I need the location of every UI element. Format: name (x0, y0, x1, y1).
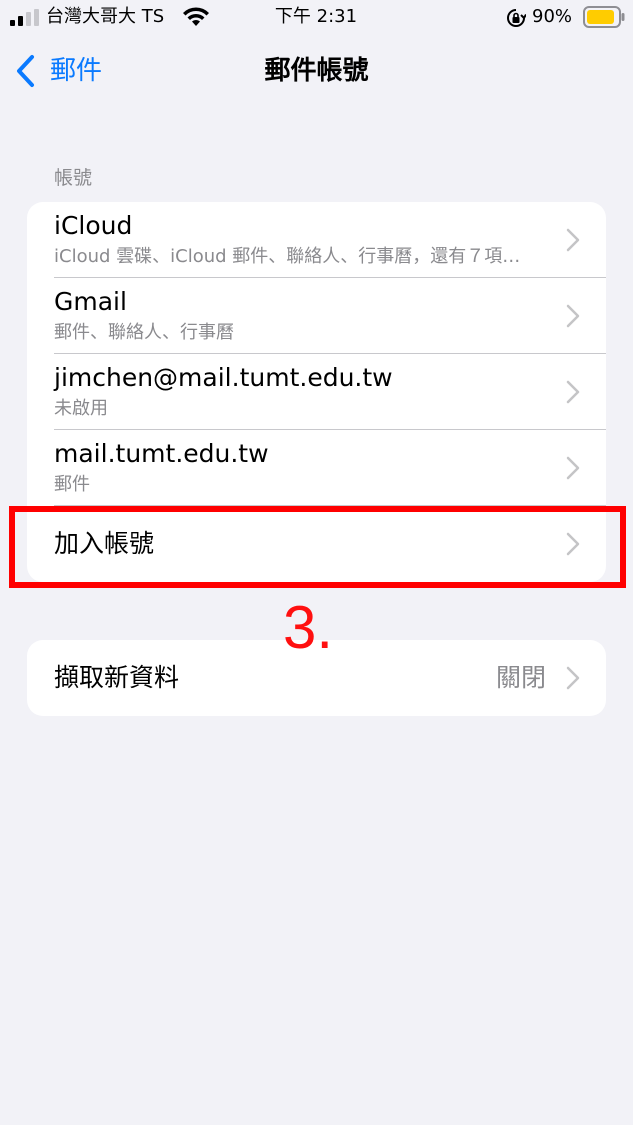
section-header-accounts: 帳號 (54, 167, 93, 189)
wifi-icon (183, 7, 209, 26)
account-title: jimchen@mail.tumt.edu.tw (54, 363, 393, 392)
account-subtitle: iCloud 雲碟、iCloud 郵件、聯絡人、行事曆，還有７項… (54, 246, 521, 267)
account-title: iCloud (54, 211, 133, 240)
status-bar: 台灣大哥大 TS 下午 2:31 90% (0, 0, 633, 36)
account-subtitle: 郵件 (54, 474, 90, 495)
annotation-highlight-box (9, 506, 626, 588)
account-subtitle: 未啟用 (54, 398, 108, 419)
account-subtitle: 郵件、聯絡人、行事曆 (54, 322, 234, 343)
account-row-icloud[interactable]: iCloud iCloud 雲碟、iCloud 郵件、聯絡人、行事曆，還有７項… (27, 202, 606, 278)
carrier-name: 台灣大哥大 TS (46, 6, 165, 27)
chevron-right-icon (566, 456, 580, 480)
annotation-step-label: 3. (283, 594, 334, 661)
account-title: Gmail (54, 287, 127, 316)
account-title: mail.tumt.edu.tw (54, 439, 269, 468)
fetch-new-data-value: 關閉 (495, 663, 546, 692)
chevron-right-icon (566, 666, 580, 690)
account-row-gmail[interactable]: Gmail 郵件、聯絡人、行事曆 (27, 278, 606, 354)
chevron-right-icon (566, 228, 580, 252)
chevron-right-icon (566, 380, 580, 404)
chevron-right-icon (566, 304, 580, 328)
fetch-new-data-label: 擷取新資料 (54, 663, 180, 692)
battery-icon (583, 6, 625, 28)
status-time: 下午 2:31 (274, 6, 358, 27)
orientation-lock-icon (507, 9, 526, 27)
battery-percent: 90% (532, 6, 573, 27)
account-row-mail-tumt[interactable]: mail.tumt.edu.tw 郵件 (27, 430, 606, 506)
page-title: 郵件帳號 (264, 56, 369, 86)
signal-bars-icon (10, 9, 39, 26)
account-row-jimchen[interactable]: jimchen@mail.tumt.edu.tw 未啟用 (27, 354, 606, 430)
